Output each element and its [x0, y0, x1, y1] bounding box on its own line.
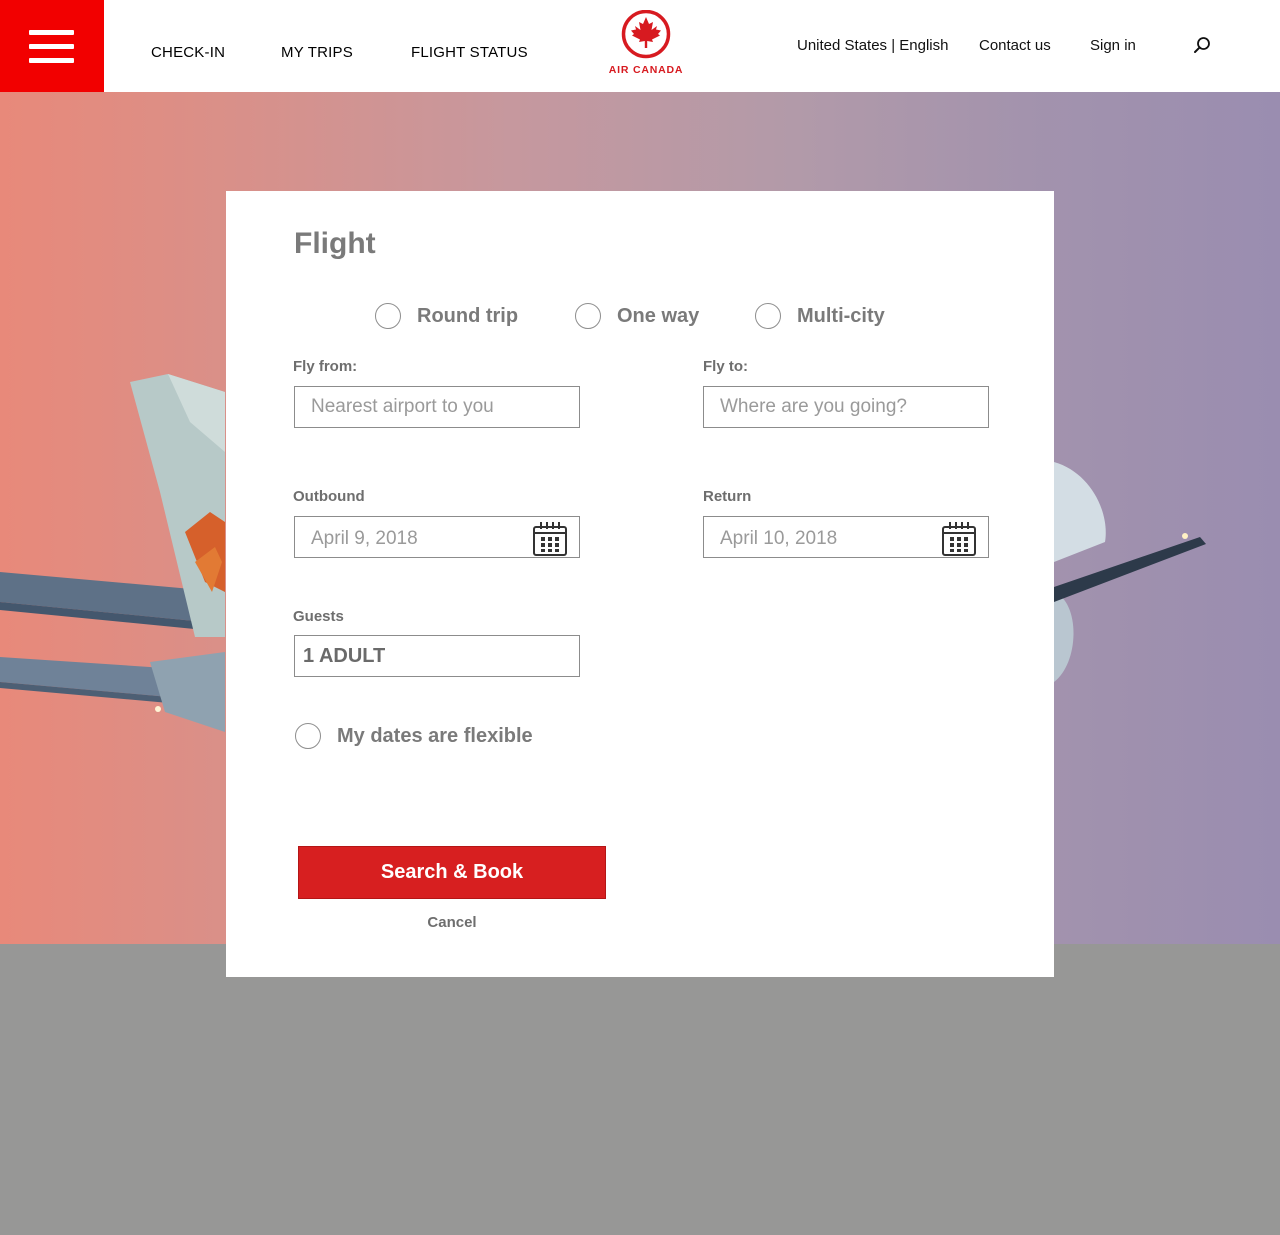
- nav-check-in[interactable]: CHECK-IN: [151, 44, 225, 61]
- card-title: Flight: [294, 227, 376, 260]
- search-icon[interactable]: [1192, 36, 1212, 56]
- outbound-label: Outbound: [293, 488, 365, 505]
- flexible-dates-label[interactable]: My dates are flexible: [337, 725, 533, 748]
- multi-city-radio[interactable]: [755, 303, 781, 329]
- flight-booking-card: Flight Round trip One way Multi-city Fly…: [226, 191, 1054, 977]
- nav-my-trips[interactable]: MY TRIPS: [281, 44, 353, 61]
- fly-from-input[interactable]: [295, 387, 579, 427]
- round-trip-radio[interactable]: [375, 303, 401, 329]
- air-canada-logo[interactable]: AIR CANADA: [604, 9, 688, 76]
- outbound-date-field[interactable]: April 9, 2018: [294, 516, 580, 558]
- maple-leaf-roundel-icon: [621, 9, 671, 59]
- return-label: Return: [703, 488, 752, 505]
- one-way-radio[interactable]: [575, 303, 601, 329]
- round-trip-label[interactable]: Round trip: [417, 305, 518, 328]
- outbound-date-value: April 9, 2018: [311, 528, 418, 549]
- flexible-dates-checkbox[interactable]: [295, 723, 321, 749]
- fly-from-field[interactable]: [294, 386, 580, 428]
- search-and-book-button[interactable]: Search & Book: [298, 846, 606, 899]
- guests-label: Guests: [293, 608, 344, 625]
- return-date-value: April 10, 2018: [720, 528, 838, 549]
- fly-to-label: Fly to:: [703, 358, 748, 375]
- fly-from-label: Fly from:: [293, 358, 358, 375]
- locale-selector[interactable]: United States | English: [797, 37, 948, 54]
- nav-flight-status[interactable]: FLIGHT STATUS: [411, 44, 528, 61]
- hamburger-menu-icon[interactable]: [0, 0, 104, 94]
- guests-value: 1 ADULT: [303, 645, 386, 667]
- sign-in-link[interactable]: Sign in: [1090, 37, 1136, 54]
- fly-to-input[interactable]: [704, 387, 988, 427]
- fly-to-field[interactable]: [703, 386, 989, 428]
- logo-wordmark: AIR CANADA: [608, 64, 684, 76]
- one-way-label[interactable]: One way: [617, 305, 699, 328]
- calendar-icon[interactable]: [941, 521, 977, 557]
- contact-us-link[interactable]: Contact us: [979, 37, 1051, 54]
- cancel-link[interactable]: Cancel: [298, 914, 606, 931]
- site-header: CHECK-IN MY TRIPS FLIGHT STATUS AIR CANA…: [0, 0, 1280, 94]
- guests-selector[interactable]: 1 ADULT: [294, 635, 580, 677]
- return-date-field[interactable]: April 10, 2018: [703, 516, 989, 558]
- multi-city-label[interactable]: Multi-city: [797, 305, 885, 328]
- calendar-icon[interactable]: [532, 521, 568, 557]
